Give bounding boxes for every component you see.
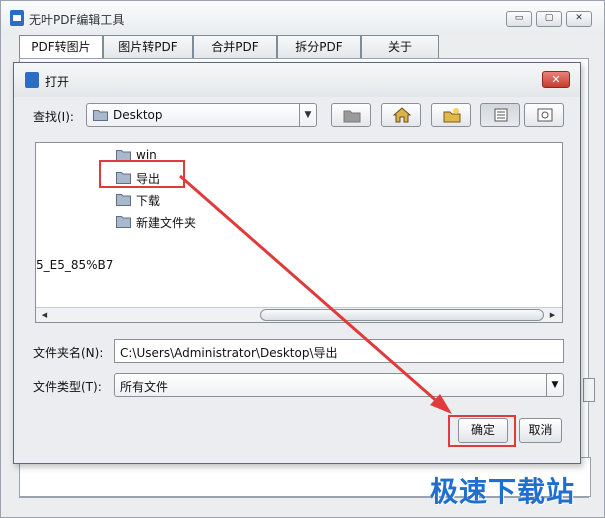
- arrow-annotation: [179, 174, 452, 414]
- watermark: 极速下载站: [430, 475, 576, 508]
